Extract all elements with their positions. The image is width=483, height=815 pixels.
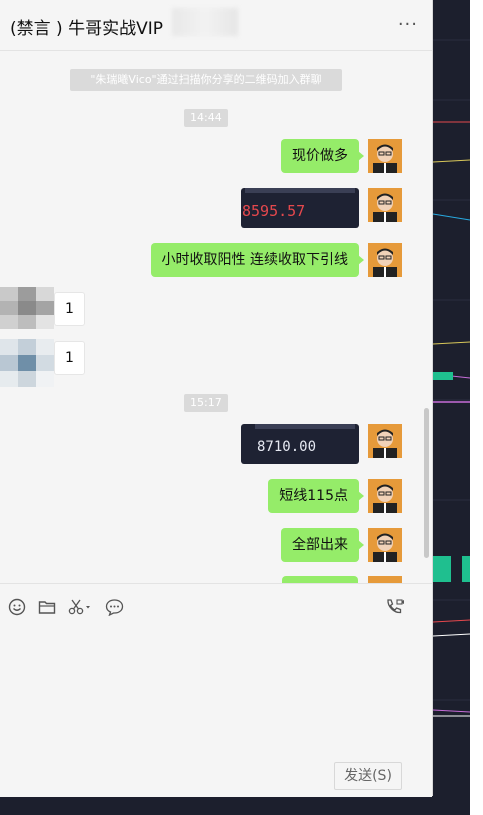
avatar[interactable] xyxy=(368,424,402,458)
blurred-title-suffix xyxy=(172,8,238,36)
avatar[interactable] xyxy=(368,479,402,513)
chat-bubble-icon[interactable] xyxy=(105,598,124,616)
input-area[interactable]: 发送(S) xyxy=(0,583,432,797)
message-scrollbar[interactable] xyxy=(424,408,429,558)
chat-window: (禁言 ) 牛哥实战VIP ··· "朱瑞曦Vico"通过扫描你分享的二维码加入… xyxy=(0,0,433,797)
image-message[interactable]: 8595.57 xyxy=(241,188,359,228)
avatar-icon xyxy=(368,139,402,173)
more-options-button[interactable]: ··· xyxy=(398,14,418,35)
timestamp-badge: 14:44 xyxy=(184,109,228,127)
pixelated-avatar[interactable] xyxy=(0,339,54,387)
avatar-icon xyxy=(368,479,402,513)
pixelated-avatar[interactable] xyxy=(0,287,54,329)
image-top-strip xyxy=(255,424,355,429)
emoji-icon[interactable] xyxy=(8,598,26,616)
folder-icon[interactable] xyxy=(38,598,56,616)
reply-bubble[interactable]: 1 xyxy=(54,341,85,375)
avatar-partial[interactable] xyxy=(368,576,402,583)
message-bubble[interactable]: 现价做多 xyxy=(281,139,364,173)
title-bar: (禁言 ) 牛哥实战VIP ··· xyxy=(0,0,432,51)
avatar-icon xyxy=(368,188,402,222)
image-top-strip xyxy=(245,188,355,193)
message-bubble[interactable]: 小时收取阳性 连续收取下引线 xyxy=(150,243,365,277)
reply-bubble[interactable]: 1 xyxy=(54,292,85,326)
timestamp-badge: 15:17 xyxy=(184,394,228,412)
avatar[interactable] xyxy=(368,139,402,173)
image-message[interactable]: 8710.00 xyxy=(241,424,359,464)
avatar[interactable] xyxy=(368,528,402,562)
system-notice: "朱瑞曦Vico"通过扫描你分享的二维码加入群聊 xyxy=(70,69,342,91)
avatar-icon xyxy=(368,424,402,458)
avatar-icon xyxy=(368,243,402,277)
image-price-text: 8710.00 xyxy=(257,439,317,455)
image-price-text: 8595.57 xyxy=(242,202,306,220)
message-bubble[interactable]: 全部出来 xyxy=(281,528,364,562)
avatar-icon xyxy=(368,528,402,562)
group-title: (禁言 ) 牛哥实战VIP xyxy=(10,19,163,39)
message-bubble[interactable]: 短线115点 xyxy=(268,479,364,513)
avatar[interactable] xyxy=(368,243,402,277)
avatar[interactable] xyxy=(368,188,402,222)
message-list: "朱瑞曦Vico"通过扫描你分享的二维码加入群聊 14:44 现价做多 8595… xyxy=(0,51,432,583)
video-call-icon[interactable] xyxy=(385,598,405,616)
send-button[interactable]: 发送(S) xyxy=(334,762,402,790)
scissors-icon[interactable] xyxy=(68,598,92,616)
message-bubble-partial[interactable] xyxy=(282,576,358,583)
